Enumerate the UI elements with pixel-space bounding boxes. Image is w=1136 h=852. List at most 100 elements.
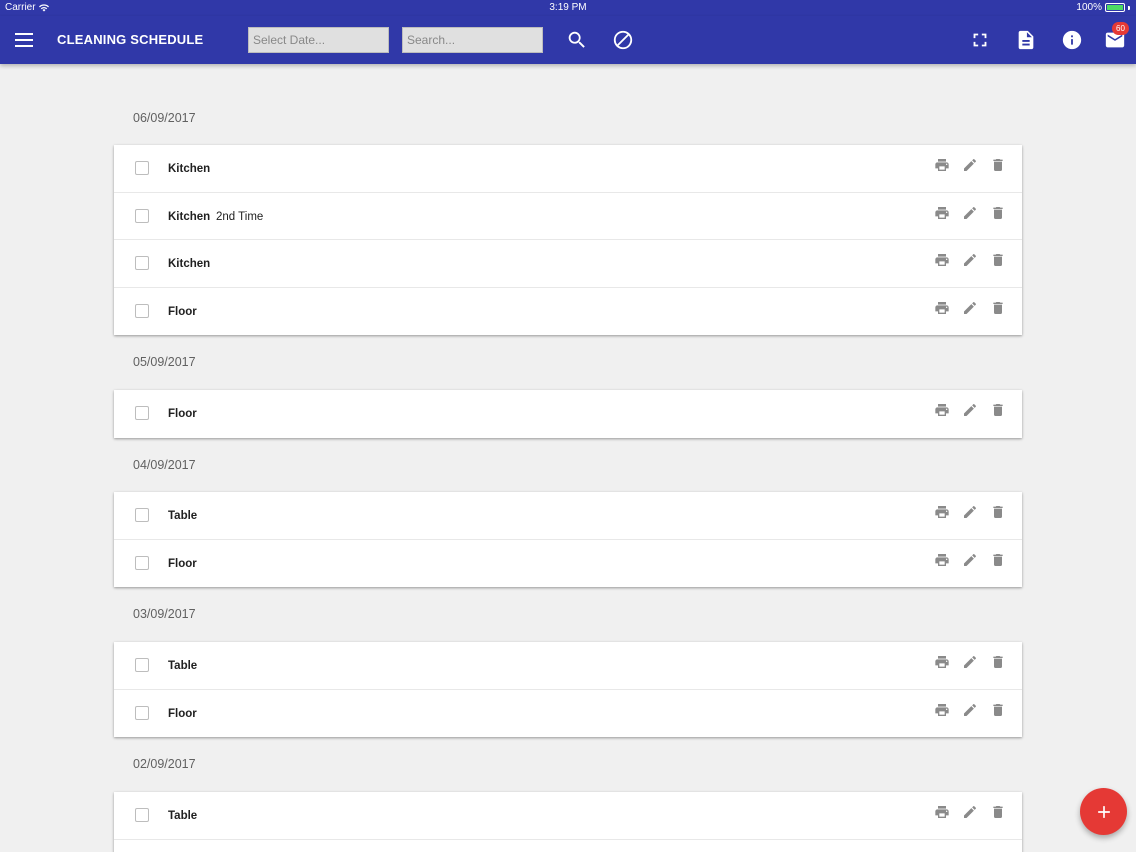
task-row[interactable]: Floor [114, 288, 1022, 336]
app-bar: CLEANING SCHEDULE 60 [0, 16, 1136, 64]
task-row[interactable]: Floor [114, 390, 1022, 438]
battery-indicator: 100% [1076, 2, 1130, 13]
date-group-header: 06/09/2017 [133, 111, 196, 125]
print-icon[interactable] [934, 300, 950, 316]
status-bar: Carrier 3:19 PM 100% [0, 0, 1136, 16]
task-row[interactable]: Floor [114, 540, 1022, 588]
date-group-header: 03/09/2017 [133, 607, 196, 621]
print-icon[interactable] [934, 205, 950, 221]
task-actions [934, 402, 1006, 418]
print-icon[interactable] [934, 157, 950, 173]
task-title: Kitchen [168, 258, 211, 270]
task-actions [934, 252, 1006, 268]
task-card: Kitchen Kitchen 2nd Time Kitchen Floor [114, 145, 1022, 335]
delete-icon[interactable] [990, 402, 1006, 418]
delete-icon[interactable] [990, 654, 1006, 670]
task-title: Floor [168, 305, 197, 318]
edit-icon[interactable] [962, 300, 978, 316]
task-checkbox[interactable] [135, 161, 149, 175]
task-row[interactable]: Table [114, 792, 1022, 840]
edit-icon[interactable] [962, 654, 978, 670]
task-title: Kitchen [168, 210, 211, 223]
menu-icon [15, 33, 33, 47]
document-button[interactable] [1014, 28, 1038, 52]
fullscreen-icon [973, 33, 987, 47]
delete-icon[interactable] [990, 157, 1006, 173]
task-actions [934, 300, 1006, 316]
task-title: Kitchen [168, 163, 211, 175]
date-picker-input[interactable] [248, 27, 389, 53]
add-icon [1097, 805, 1110, 818]
edit-icon[interactable] [962, 157, 978, 173]
edit-icon[interactable] [962, 252, 978, 268]
task-checkbox[interactable] [135, 808, 149, 822]
delete-icon[interactable] [990, 504, 1006, 520]
battery-icon [1105, 3, 1125, 12]
delete-icon[interactable] [990, 300, 1006, 316]
task-checkbox[interactable] [135, 555, 149, 570]
delete-icon[interactable] [990, 702, 1006, 718]
schedule-list: 06/09/2017 Kitchen Kitchen 2nd Time Kitchen F… [0, 64, 1136, 852]
task-checkbox[interactable] [135, 406, 149, 420]
fullscreen-button[interactable] [968, 28, 992, 52]
edit-icon[interactable] [962, 402, 978, 418]
app-title: CLEANING SCHEDULE [57, 32, 204, 47]
search-button[interactable] [565, 28, 589, 52]
task-checkbox[interactable] [135, 658, 149, 672]
task-card: Table Floor [114, 492, 1022, 587]
search-icon [568, 31, 585, 48]
print-icon[interactable] [934, 702, 950, 718]
task-card: Table [114, 792, 1022, 852]
clear-filter-button[interactable] [611, 28, 635, 52]
task-row[interactable]: Floor [114, 690, 1022, 738]
search-input[interactable] [402, 27, 543, 53]
task-actions [934, 804, 1006, 820]
edit-icon[interactable] [962, 702, 978, 718]
add-task-button[interactable] [1080, 788, 1127, 835]
document-icon [1018, 30, 1034, 50]
block-icon [613, 30, 633, 50]
info-button[interactable] [1060, 28, 1084, 52]
task-row[interactable]: Kitchen [114, 240, 1022, 288]
edit-icon[interactable] [962, 504, 978, 520]
task-actions [934, 552, 1006, 568]
task-checkbox[interactable] [135, 303, 149, 318]
task-title: Table [168, 510, 198, 522]
edit-icon[interactable] [962, 552, 978, 568]
task-checkbox[interactable] [135, 256, 149, 270]
task-card: Table Floor [114, 642, 1022, 737]
date-group-header: 02/09/2017 [133, 757, 196, 771]
delete-icon[interactable] [990, 552, 1006, 568]
task-checkbox[interactable] [135, 508, 149, 522]
print-icon[interactable] [934, 504, 950, 520]
delete-icon[interactable] [990, 205, 1006, 221]
delete-icon[interactable] [990, 252, 1006, 268]
task-row[interactable] [114, 840, 1022, 852]
task-actions [934, 702, 1006, 718]
task-row[interactable]: Table [114, 642, 1022, 690]
task-title: Table [168, 810, 198, 822]
print-icon[interactable] [934, 654, 950, 670]
task-title: Table [168, 660, 198, 672]
print-icon[interactable] [934, 402, 950, 418]
task-row[interactable]: Table [114, 492, 1022, 540]
task-actions [934, 654, 1006, 670]
task-actions [934, 205, 1006, 221]
task-subtitle: 2nd Time [216, 210, 264, 223]
task-title: Floor [168, 707, 197, 720]
print-icon[interactable] [934, 252, 950, 268]
delete-icon[interactable] [990, 804, 1006, 820]
edit-icon[interactable] [962, 804, 978, 820]
task-checkbox[interactable] [135, 705, 149, 720]
edit-icon[interactable] [962, 205, 978, 221]
task-actions [934, 504, 1006, 520]
task-row[interactable]: Kitchen 2nd Time [114, 193, 1022, 240]
print-icon[interactable] [934, 804, 950, 820]
print-icon[interactable] [934, 552, 950, 568]
task-title: Floor [168, 408, 197, 420]
task-checkbox[interactable] [135, 208, 149, 223]
task-row[interactable]: Kitchen [114, 145, 1022, 193]
menu-button[interactable] [12, 28, 36, 52]
mail-count-badge: 60 [1112, 22, 1129, 35]
battery-label: 100% [1076, 2, 1102, 13]
